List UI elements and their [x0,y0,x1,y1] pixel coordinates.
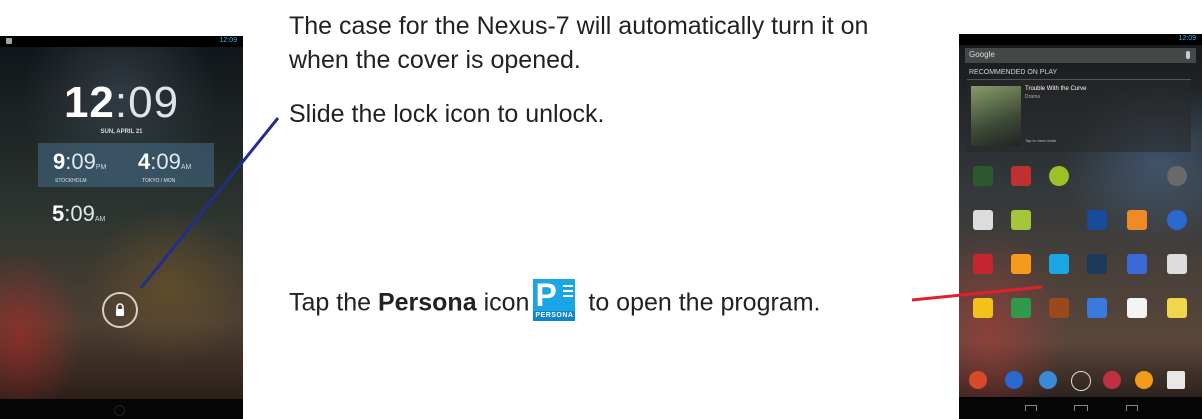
persona-app-icon[interactable] [1049,254,1069,274]
rec-title: Trouble With the Curve [1025,86,1087,92]
clock-minutes: :09 [65,149,96,174]
notification-icon [6,38,12,44]
app-icon[interactable] [1049,298,1069,318]
app-icon[interactable] [1103,371,1121,389]
app-icon[interactable] [1127,254,1147,274]
caption-persona-bold: Persona [377,288,477,317]
app-icon[interactable] [1087,254,1107,274]
app-icon[interactable] [973,210,993,230]
app-icon[interactable] [973,298,993,318]
clock-hour: 9 [53,149,66,174]
clock-ampm: AM [180,164,192,171]
status-time: 12:09 [1178,35,1196,42]
back-icon[interactable] [1025,405,1037,411]
world-clock-stockholm: 9:09PM [53,149,106,175]
home-screen-device: 12:09 Google RECOMMENDED ON PLAY Trouble… [959,34,1202,419]
clock-ampm: AM [94,216,106,223]
caption-open-cover: The case for the Nexus-7 will automatica… [289,12,869,74]
app-icon[interactable] [1167,166,1187,186]
clock-ampm: PM [95,164,107,171]
persona-icon[interactable]: P PERSONA [533,277,576,321]
clock-minutes: :09 [64,201,95,226]
rec-tap-text: Tap to view rental [1025,138,1057,143]
status-time: 12:09 [219,37,237,44]
clock-hour: 5 [52,201,65,226]
search-label: Google [969,50,995,59]
microphone-icon[interactable] [1186,51,1190,59]
lock-slider-button[interactable] [102,292,138,328]
play-store-icon[interactable] [1167,371,1185,389]
all-apps-icon[interactable] [1071,371,1091,391]
app-icon[interactable] [1039,371,1057,389]
app-icon[interactable] [1011,298,1031,318]
app-icon[interactable] [1167,210,1187,230]
world-clock-third: 5:09AM [52,201,105,227]
lock-screen-device: 12:09 12:09 SUN, APRIL 21 9:09PM 4:09AM … [0,36,243,419]
app-icon[interactable] [1049,166,1069,186]
app-icon[interactable] [1167,254,1187,274]
recommended-widget[interactable]: Trouble With the Curve Drama Tap to view… [967,79,1191,152]
nav-bar [959,397,1202,419]
status-bar: 12:09 [959,34,1202,45]
movie-cover-image [971,86,1021,146]
chrome-icon[interactable] [969,371,987,389]
signal-rays-icon [563,285,574,299]
status-bar: 12:09 [0,36,243,47]
clock-hour: 4 [138,149,151,174]
app-icon[interactable] [1087,298,1107,318]
home-icon[interactable] [114,405,125,416]
app-icon[interactable] [1011,210,1031,230]
app-icon[interactable] [1087,210,1107,230]
world-clock-panel: 9:09PM 4:09AM STOCKHOLM TOKYO / MON [38,143,214,187]
headphones-icon[interactable] [1135,371,1153,389]
home-icon[interactable] [1074,405,1088,411]
lock-icon [116,303,124,316]
persona-icon-letter: P [535,277,557,313]
google-search-bar[interactable]: Google [965,48,1196,63]
main-clock-hour: 12 [63,78,115,127]
caption-tap-prefix: Tap the [289,288,378,317]
recommended-header: RECOMMENDED ON PLAY [969,69,1058,76]
main-clock: 12:09 [0,78,243,128]
city-label-tokyo: TOKYO / MON [142,178,176,184]
caption-tap-middle: icon [476,288,530,317]
app-icon[interactable] [1005,371,1023,389]
app-icon[interactable] [1011,166,1031,186]
main-clock-minutes: :09 [114,78,180,127]
caption-tap-persona: Tap the Persona icon P PERSONA to open the… [289,278,821,325]
app-icon[interactable] [1011,254,1031,274]
date-label: SUN, APRIL 21 [100,129,143,135]
app-icon[interactable] [1127,210,1147,230]
clock-minutes: :09 [150,149,181,174]
caption-tap-suffix: to open the program. [581,288,821,317]
caption-unlock: Slide the lock icon to unlock. [289,100,605,128]
recent-apps-icon[interactable] [1126,405,1138,411]
nav-bar [0,399,243,419]
city-label-stockholm: STOCKHOLM [55,178,87,184]
rec-subtitle: Drama [1025,94,1041,100]
app-icon[interactable] [973,254,993,274]
app-icon[interactable] [973,166,993,186]
dock [959,368,1202,392]
persona-icon-word: PERSONA [533,311,576,321]
world-clock-tokyo: 4:09AM [138,149,191,175]
app-icon[interactable] [1167,298,1187,318]
app-icon[interactable] [1127,298,1147,318]
